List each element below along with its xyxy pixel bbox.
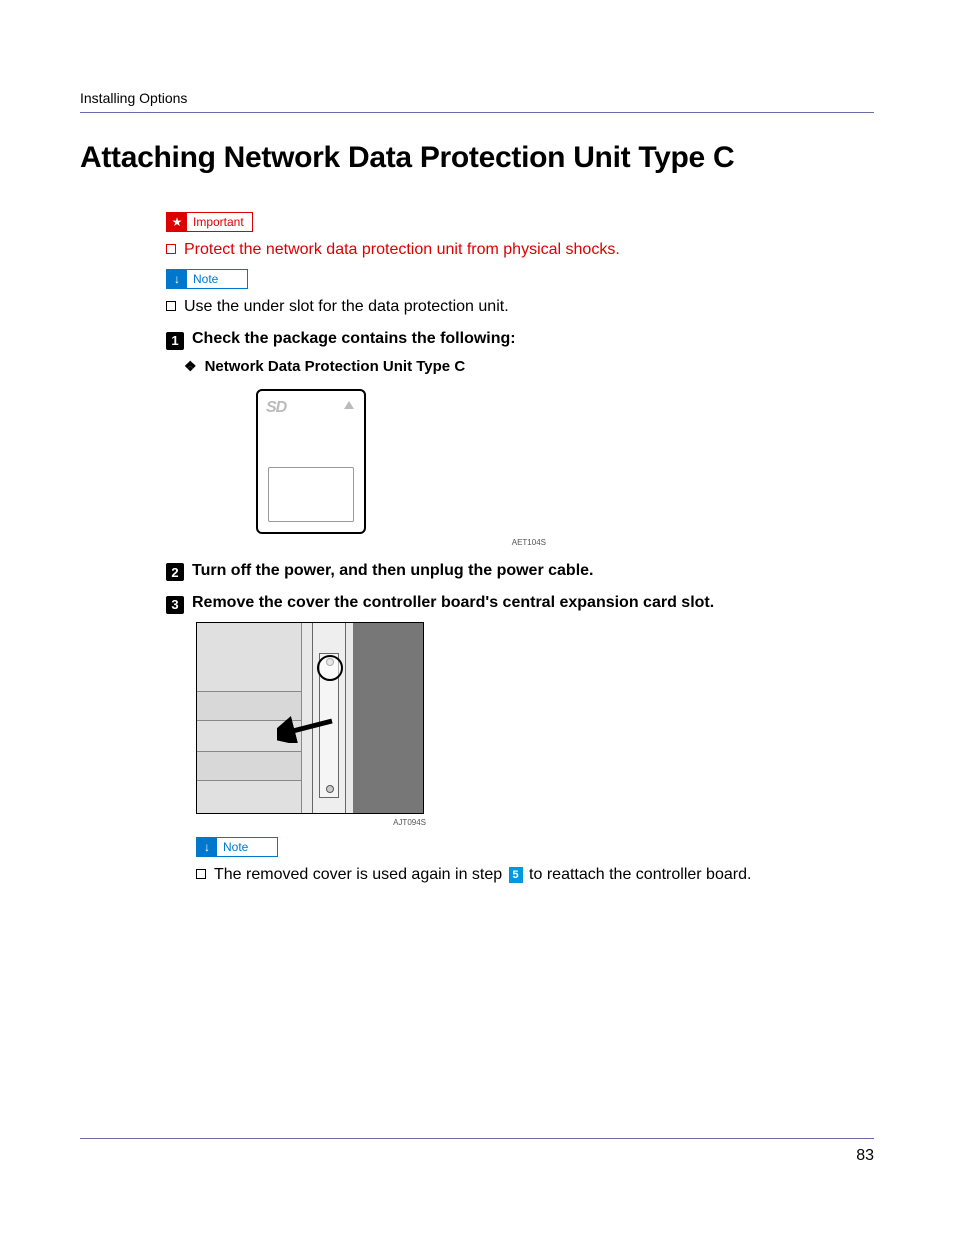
machine-right-panel <box>353 623 423 813</box>
note-2-item: The removed cover is used again in step … <box>196 865 874 884</box>
note-text: Use the under slot for the data protecti… <box>184 298 509 316</box>
square-bullet-icon <box>166 301 176 311</box>
note-2-text-before: The removed cover is used again in step <box>214 866 507 883</box>
step-number-icon: 1 <box>166 332 184 350</box>
machine-tray <box>197 751 301 781</box>
page-number: 83 <box>856 1147 874 1164</box>
highlight-circle-icon <box>317 655 343 681</box>
step-ref-badge: 5 <box>509 867 523 883</box>
page-title: Attaching Network Data Protection Unit T… <box>80 141 874 176</box>
arrow-icon <box>277 713 337 743</box>
important-label: Important <box>187 215 244 229</box>
step-number-icon: 3 <box>166 596 184 614</box>
figure-sd-card: SD AET104S <box>256 389 874 547</box>
important-badge: ★ Important <box>166 212 253 232</box>
step-number-icon: 2 <box>166 563 184 581</box>
figure-2-caption: AJT094S <box>196 818 426 827</box>
note-item: Use the under slot for the data protecti… <box>166 297 874 316</box>
note-2-text: The removed cover is used again in step … <box>214 866 751 884</box>
page-footer: 83 <box>80 1138 874 1165</box>
note-2-block: ↓ Note The removed cover is used again i… <box>196 837 874 884</box>
note-2-text-after: to reattach the controller board. <box>525 866 752 883</box>
running-header: Installing Options <box>80 90 874 113</box>
note-badge: ↓ Note <box>166 269 248 289</box>
content-block: ★ Important Protect the network data pro… <box>80 212 874 885</box>
package-item-line: ❖ Network Data Protection Unit Type C <box>184 358 874 375</box>
package-item-text: Network Data Protection Unit Type C <box>205 358 466 375</box>
figure-machine: AJT094S <box>196 622 874 827</box>
diamond-icon: ❖ <box>184 358 197 375</box>
step-2: 2 Turn off the power, and then unplug th… <box>166 561 874 580</box>
important-text: Protect the network data protection unit… <box>184 241 620 259</box>
arrow-down-icon: ↓ <box>167 269 187 289</box>
square-bullet-icon <box>196 869 206 879</box>
step-3: 3 Remove the cover the controller board'… <box>166 594 874 613</box>
triangle-icon <box>344 401 354 409</box>
step-1-text: Check the package contains the following… <box>192 330 516 348</box>
sd-label-area <box>268 467 354 522</box>
step-1: 1 Check the package contains the followi… <box>166 330 874 349</box>
step-2-text: Turn off the power, and then unplug the … <box>192 562 593 580</box>
machine-illustration <box>196 622 424 814</box>
figure-1-caption: AET104S <box>256 538 546 547</box>
note-label: Note <box>187 272 218 286</box>
screw-icon <box>326 785 334 793</box>
note-badge: ↓ Note <box>196 837 278 857</box>
sd-card-illustration: SD <box>256 389 366 534</box>
star-icon: ★ <box>167 212 187 232</box>
square-bullet-icon <box>166 244 176 254</box>
step-3-text: Remove the cover the controller board's … <box>192 594 714 612</box>
note-label: Note <box>217 840 248 854</box>
important-item: Protect the network data protection unit… <box>166 240 874 259</box>
arrow-down-icon: ↓ <box>197 837 217 857</box>
sd-logo-icon: SD <box>266 399 286 416</box>
